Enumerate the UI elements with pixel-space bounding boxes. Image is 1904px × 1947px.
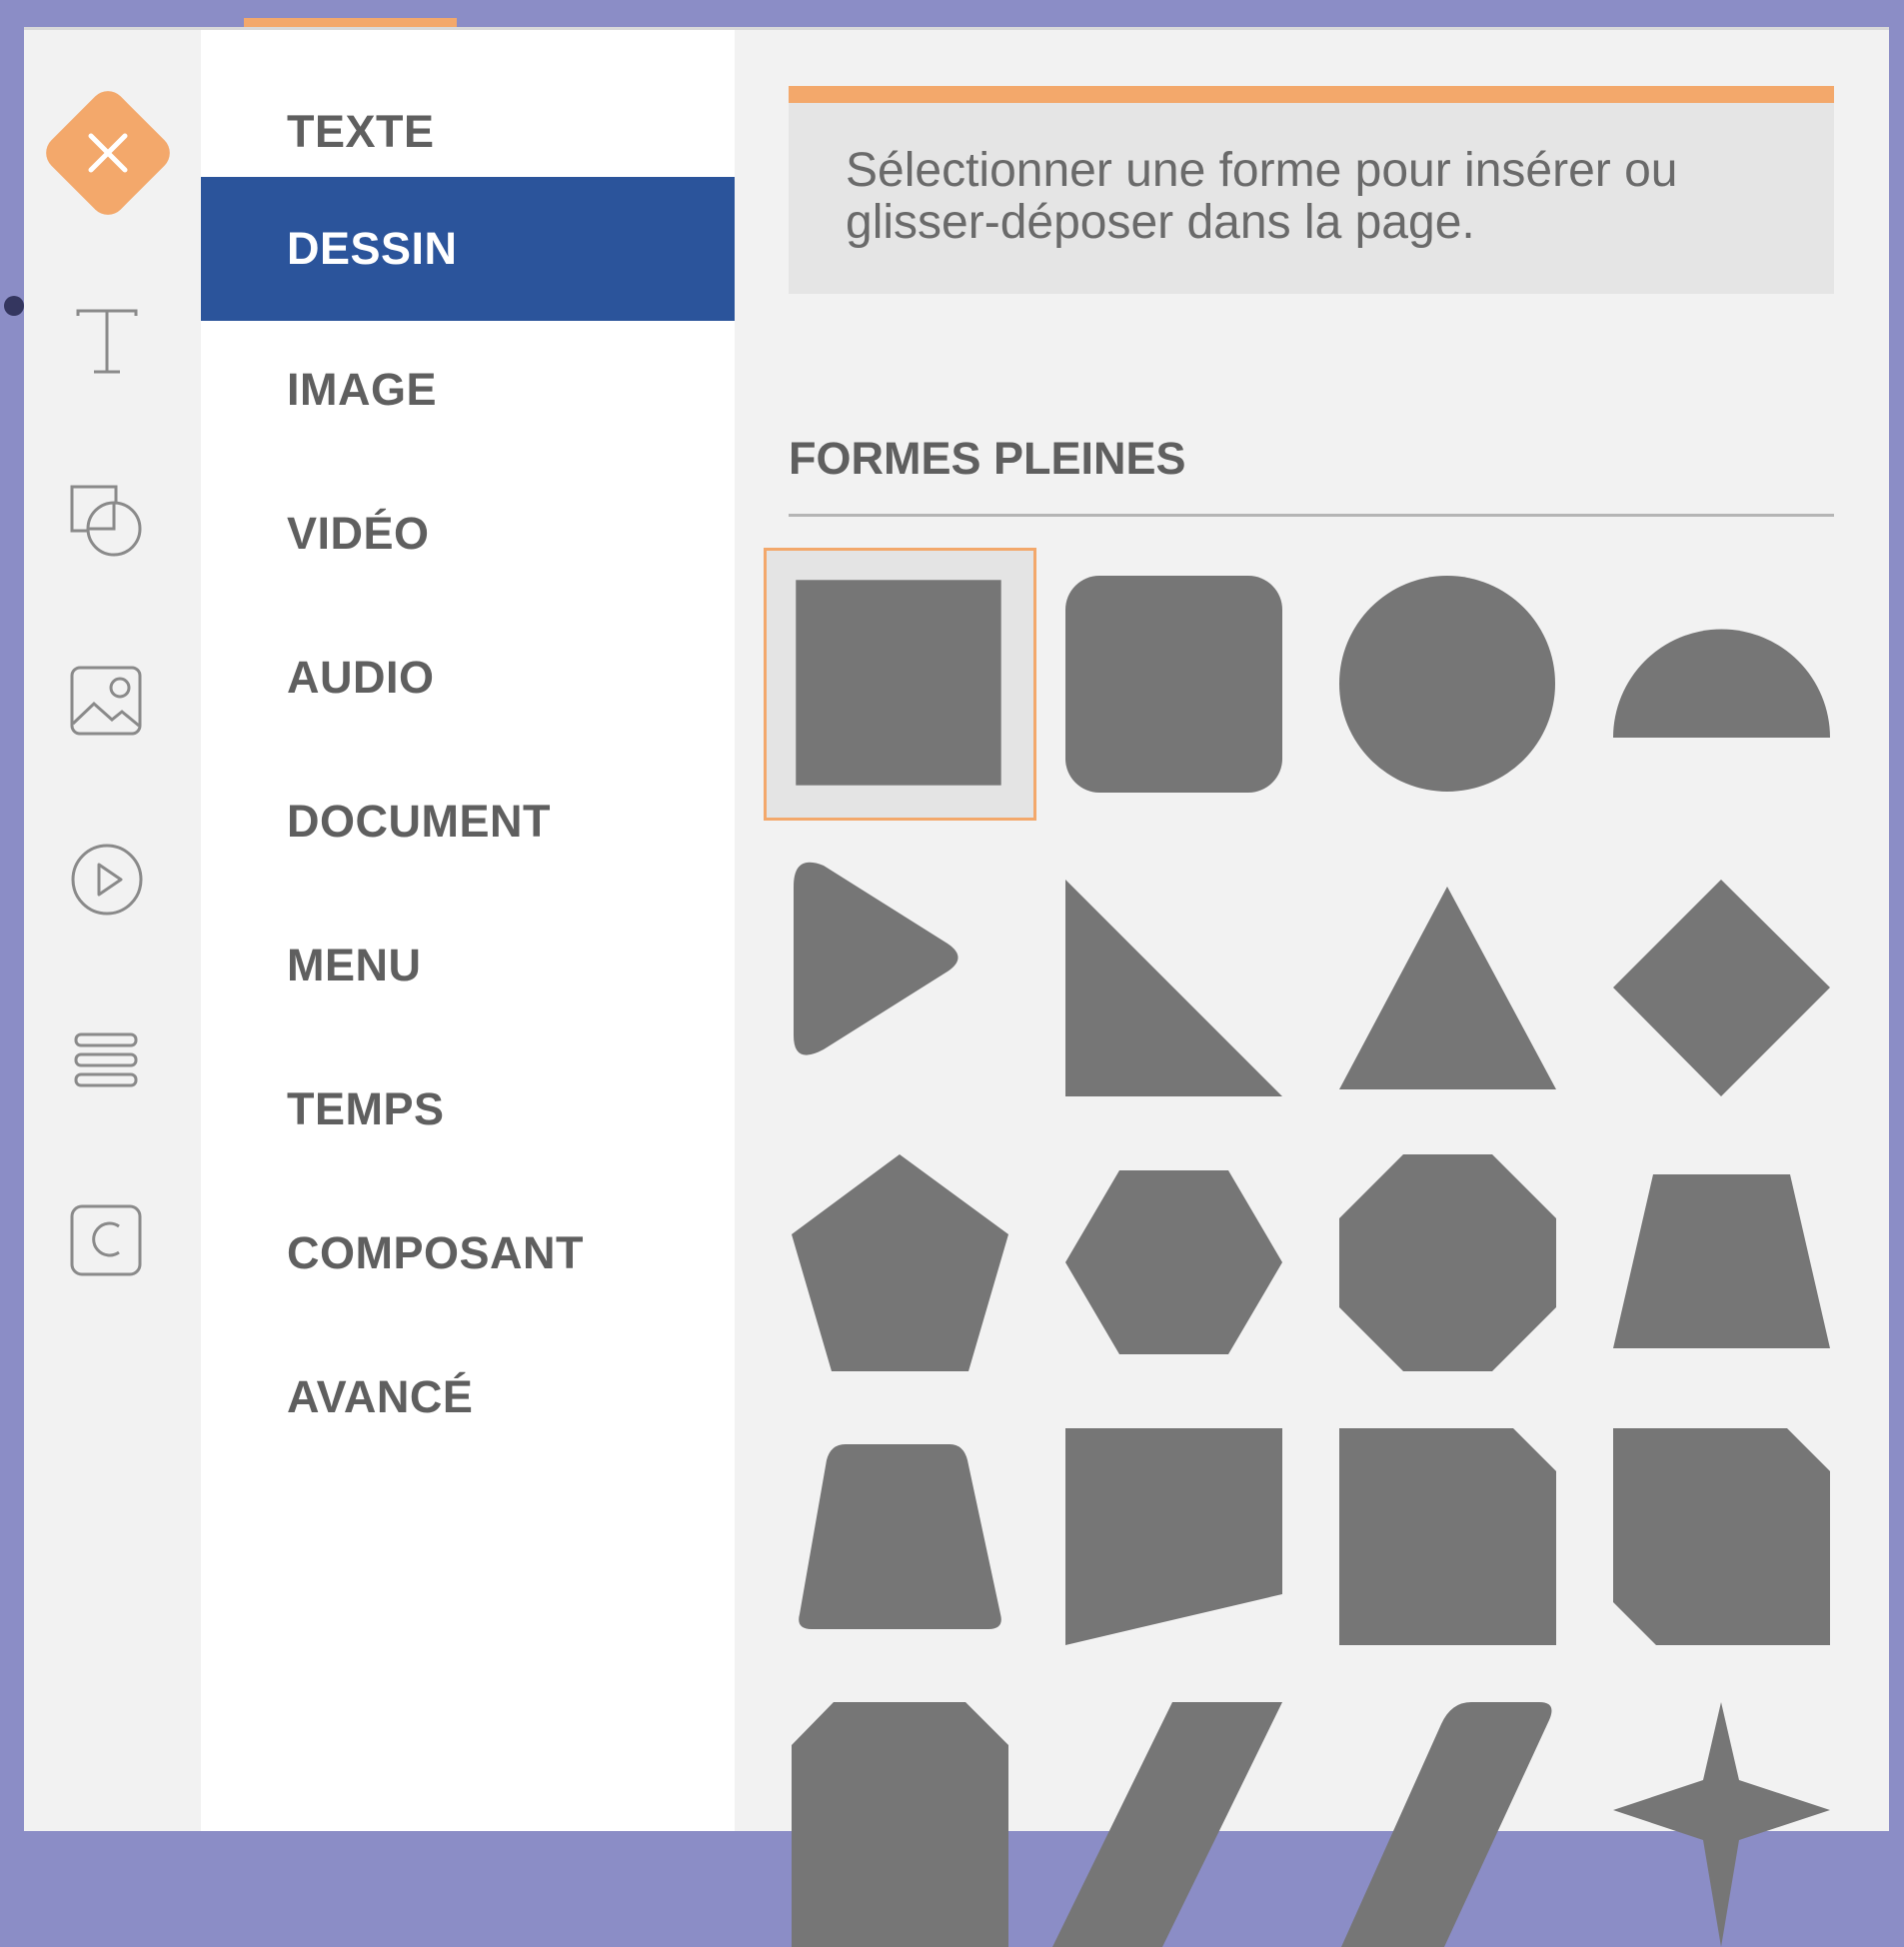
image-icon[interactable] (66, 660, 148, 742)
category-menu: TEXTE DESSIN IMAGE VIDÉO AUDIO DOCUMENT … (201, 30, 735, 1831)
shapes-icon[interactable] (66, 481, 148, 563)
icon-rail (24, 30, 201, 1831)
shape-top-snipped-rectangle[interactable] (764, 1674, 1036, 1947)
text-icon[interactable] (66, 302, 148, 384)
shape-right-triangle[interactable] (1037, 852, 1310, 1124)
shape-four-point-star[interactable] (1585, 1674, 1858, 1947)
shapes-panel: Sélectionner une forme pour insérer ou g… (735, 30, 1889, 1947)
shape-rounded-square[interactable] (1037, 548, 1310, 821)
shape-snipped-corner-rectangle[interactable] (1311, 1400, 1584, 1673)
menu-icon[interactable] (66, 1020, 148, 1102)
close-icon (88, 133, 128, 173)
shape-pentagon[interactable] (764, 1126, 1036, 1399)
shape-square[interactable] (764, 548, 1036, 821)
shape-rounded-parallelogram[interactable] (1311, 1674, 1584, 1947)
shape-trapezoid[interactable] (1585, 1126, 1858, 1399)
shape-snipped-two-corner-rectangle[interactable] (1585, 1400, 1858, 1673)
video-icon[interactable] (66, 839, 148, 921)
menu-item-menu[interactable]: MENU (201, 894, 735, 1037)
shape-octagon[interactable] (1311, 1126, 1584, 1399)
menu-item-audio[interactable]: AUDIO (201, 606, 735, 750)
shape-rounded-trapezoid[interactable] (764, 1400, 1036, 1673)
shape-circle[interactable] (1311, 548, 1584, 821)
shape-triangle[interactable] (1311, 852, 1584, 1124)
menu-item-temps[interactable]: TEMPS (201, 1037, 735, 1181)
shape-parallelogram[interactable] (1037, 1674, 1310, 1947)
menu-item-video[interactable]: VIDÉO (201, 462, 735, 606)
instruction-box: Sélectionner une forme pour insérer ou g… (789, 86, 1834, 294)
menu-item-image[interactable]: IMAGE (201, 318, 735, 462)
menu-item-avance[interactable]: AVANCÉ (201, 1325, 735, 1469)
menu-item-document[interactable]: DOCUMENT (201, 750, 735, 894)
edge-handle (4, 296, 24, 316)
shape-semicircle[interactable] (1585, 548, 1858, 821)
menu-item-composant[interactable]: COMPOSANT (201, 1181, 735, 1325)
section-title: FORMES PLEINES (789, 433, 1186, 484)
section-divider (789, 514, 1834, 517)
shape-diamond[interactable] (1585, 852, 1858, 1124)
top-accent-bar (244, 18, 457, 27)
menu-item-dessin[interactable]: DESSIN (201, 177, 735, 321)
copyright-icon[interactable] (66, 1198, 148, 1280)
shape-rounded-triangle-right[interactable] (764, 852, 1036, 1124)
shape-slanted-quadrilateral[interactable] (1037, 1400, 1310, 1673)
shape-hexagon[interactable] (1037, 1126, 1310, 1399)
